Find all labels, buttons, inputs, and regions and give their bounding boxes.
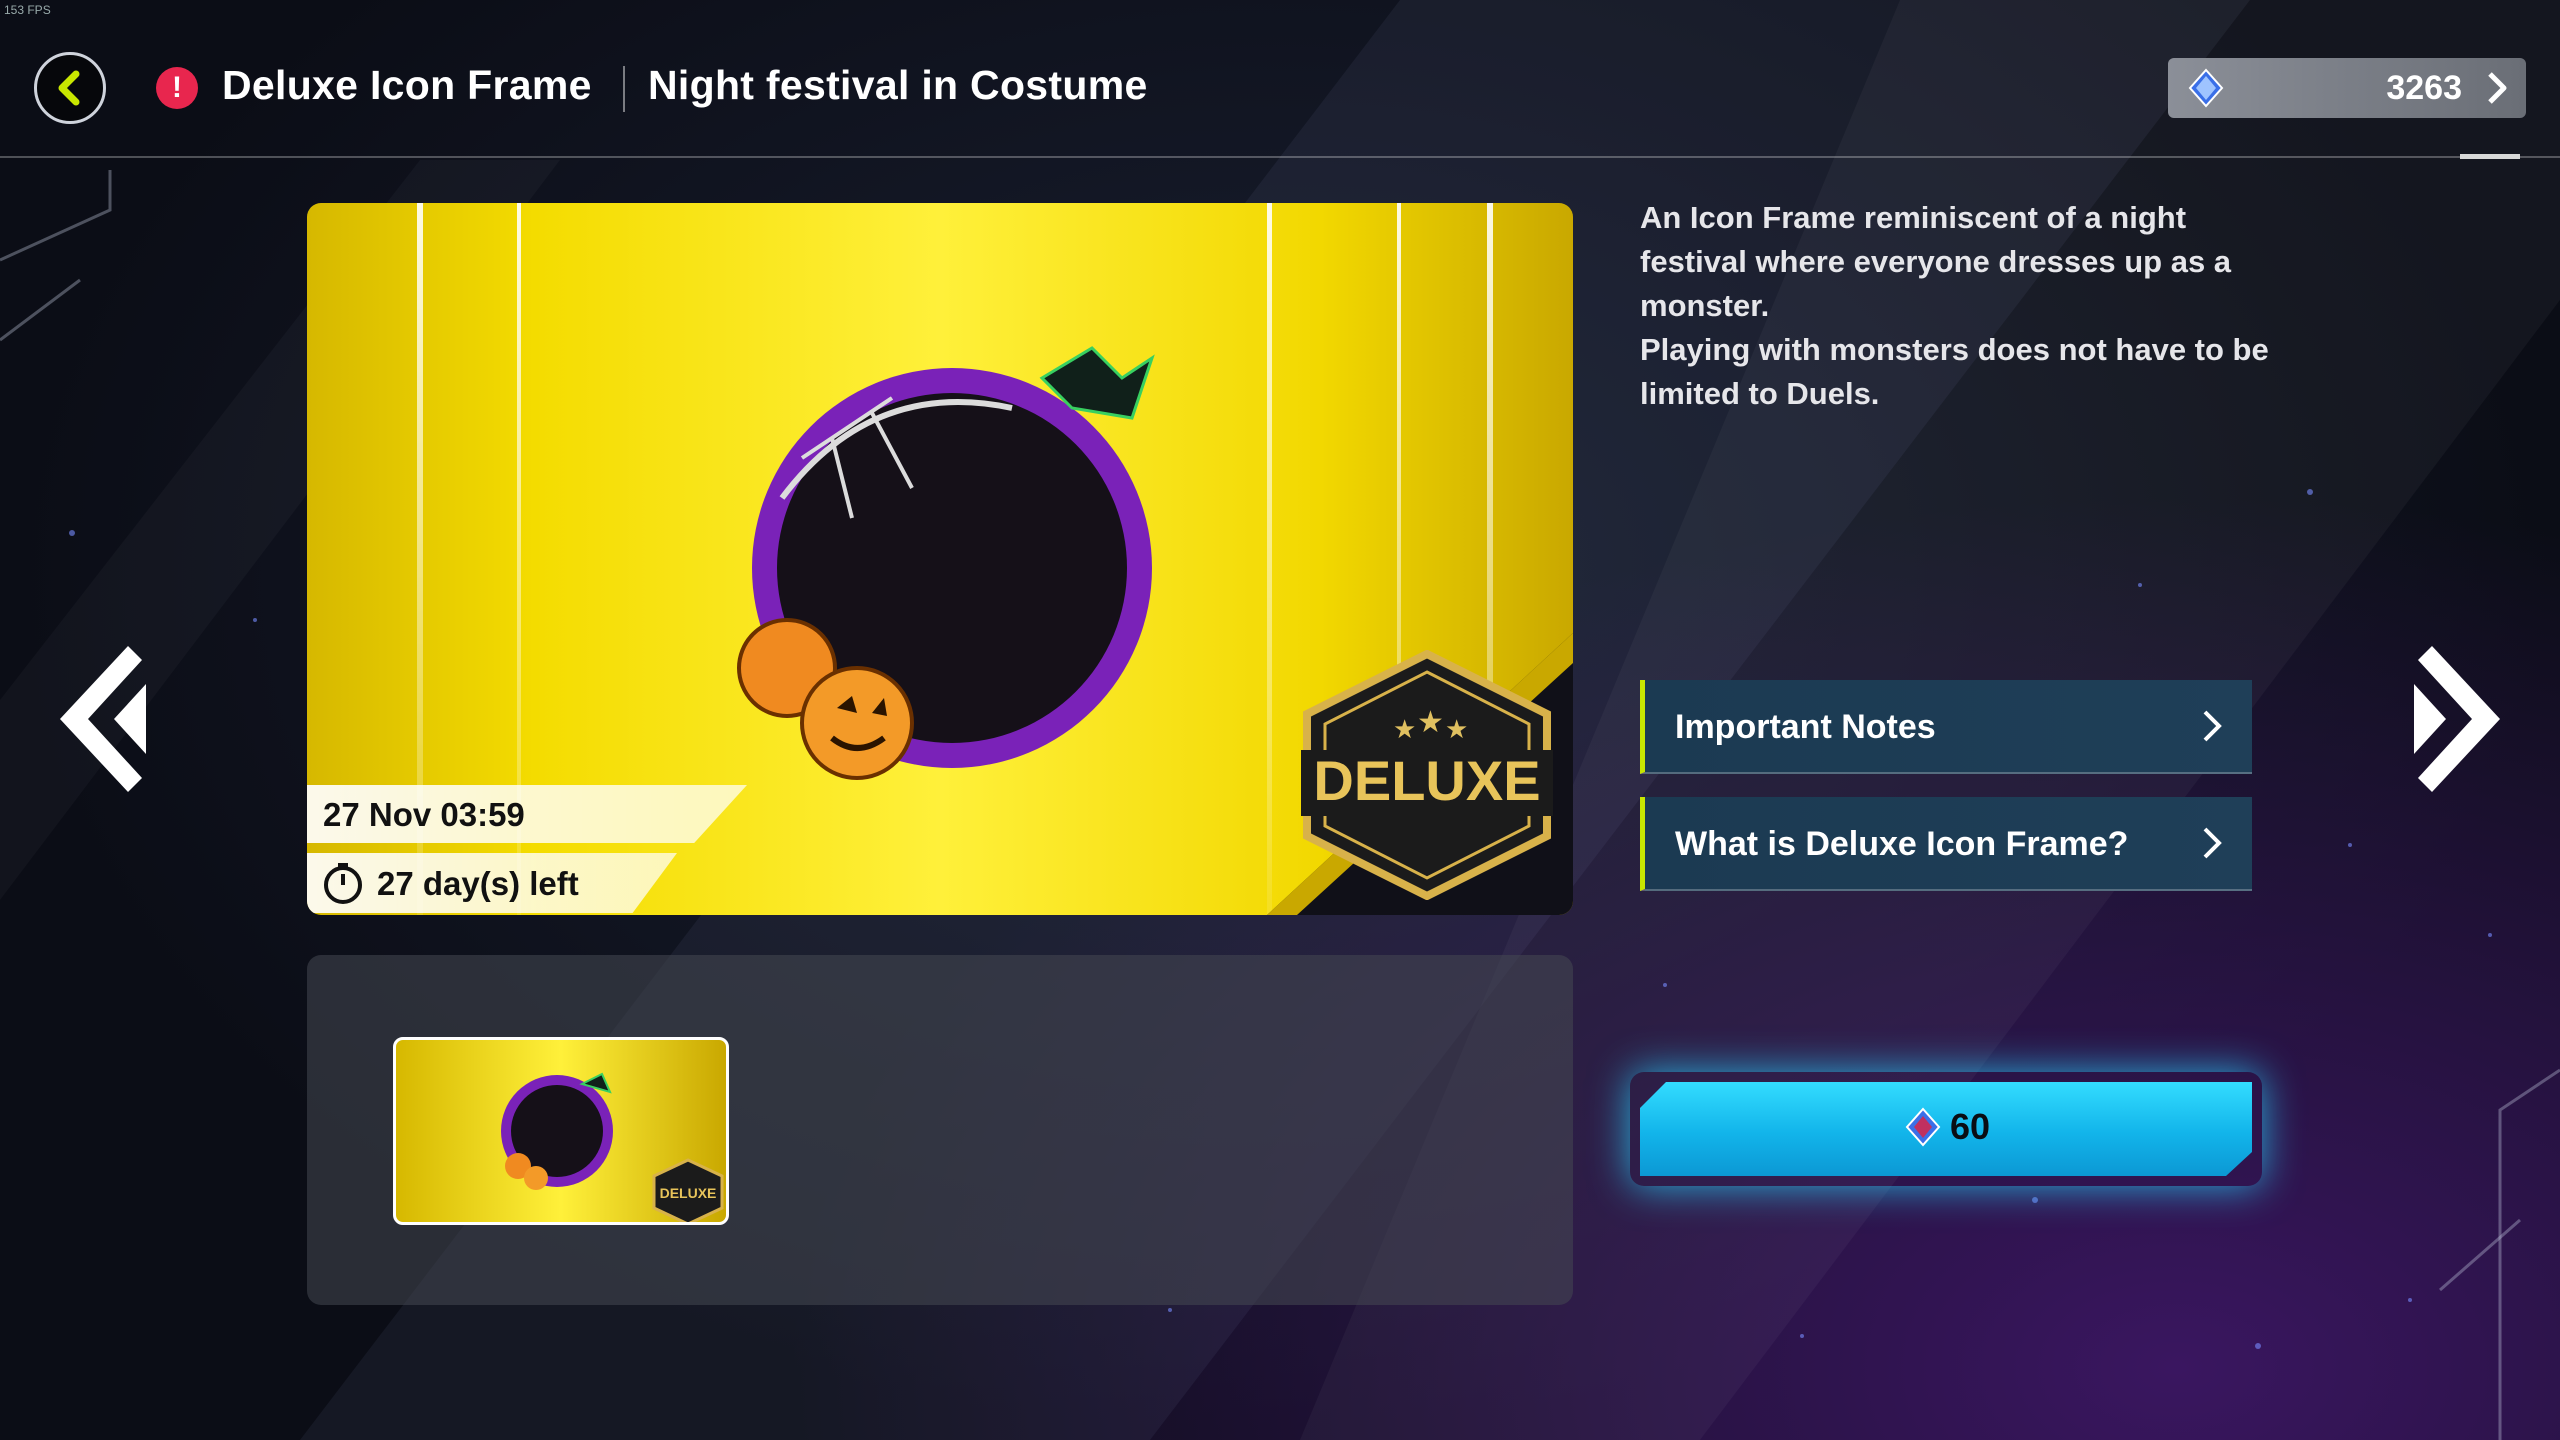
important-notes-label: Important Notes [1675, 708, 1936, 746]
description-line-1: An Icon Frame reminiscent of a night fes… [1640, 200, 2232, 323]
thumbnail-panel: DELUXE [307, 955, 1573, 1305]
header-divider [0, 156, 2560, 158]
what-is-deluxe-button[interactable]: What is Deluxe Icon Frame? [1640, 797, 2252, 891]
buy-button-content: 60 [1904, 1106, 1990, 1148]
title-separator [623, 66, 625, 112]
back-button[interactable] [34, 52, 106, 124]
what-is-deluxe-label: What is Deluxe Icon Frame? [1675, 825, 2129, 863]
frame-preview: ★ ★ ★ DELUXE 27 Nov 03:59 27 day(s) left [307, 203, 1573, 915]
svg-text:★: ★ [1393, 715, 1416, 745]
page-title: Deluxe Icon Frame [222, 62, 592, 108]
gem-icon [2188, 68, 2224, 108]
buy-button[interactable]: 60 [1640, 1082, 2252, 1176]
timer-icon [324, 863, 362, 904]
thumbnail-deluxe-badge: DELUXE [652, 1158, 724, 1222]
item-description: An Icon Frame reminiscent of a night fes… [1640, 196, 2280, 416]
previous-item-button[interactable] [58, 646, 148, 792]
double-chevron-right-icon [2414, 646, 2500, 792]
scroll-indicator [2460, 154, 2520, 159]
currency-value: 3263 [2386, 69, 2462, 107]
important-notes-button[interactable]: Important Notes [1640, 680, 2252, 774]
svg-text:★: ★ [1417, 705, 1444, 740]
double-chevron-left-icon [60, 646, 146, 792]
header-bar: ! Deluxe Icon Frame Night festival in Co… [0, 0, 2560, 159]
chevron-right-icon [2203, 827, 2222, 859]
next-item-button[interactable] [2412, 646, 2502, 792]
description-line-2: Playing with monsters does not have to b… [1640, 332, 2269, 411]
thumbnail-frame-image [501, 1072, 613, 1190]
svg-text:★: ★ [1445, 715, 1468, 745]
svg-text:DELUXE: DELUXE [660, 1185, 717, 1201]
gem-icon [1905, 1107, 1941, 1147]
alert-icon: ! [156, 67, 198, 109]
buy-price: 60 [1950, 1106, 1991, 1147]
back-arrow-icon [58, 70, 80, 106]
chevron-right-icon [2203, 710, 2222, 742]
availability-date: 27 Nov 03:59 [307, 785, 747, 843]
days-left-label: 27 day(s) left [307, 853, 677, 913]
days-left-text: 27 day(s) left [377, 865, 579, 902]
frame-thumbnail[interactable]: DELUXE [393, 1037, 729, 1225]
halloween-icon-frame [737, 346, 1155, 780]
svg-text:DELUXE: DELUXE [1313, 749, 1540, 812]
currency-display[interactable]: 3263 [2168, 58, 2526, 118]
chevron-right-icon [2488, 72, 2507, 104]
page-subtitle: Night festival in Costume [648, 62, 1148, 108]
deluxe-badge: ★ ★ ★ DELUXE [1301, 650, 1553, 900]
